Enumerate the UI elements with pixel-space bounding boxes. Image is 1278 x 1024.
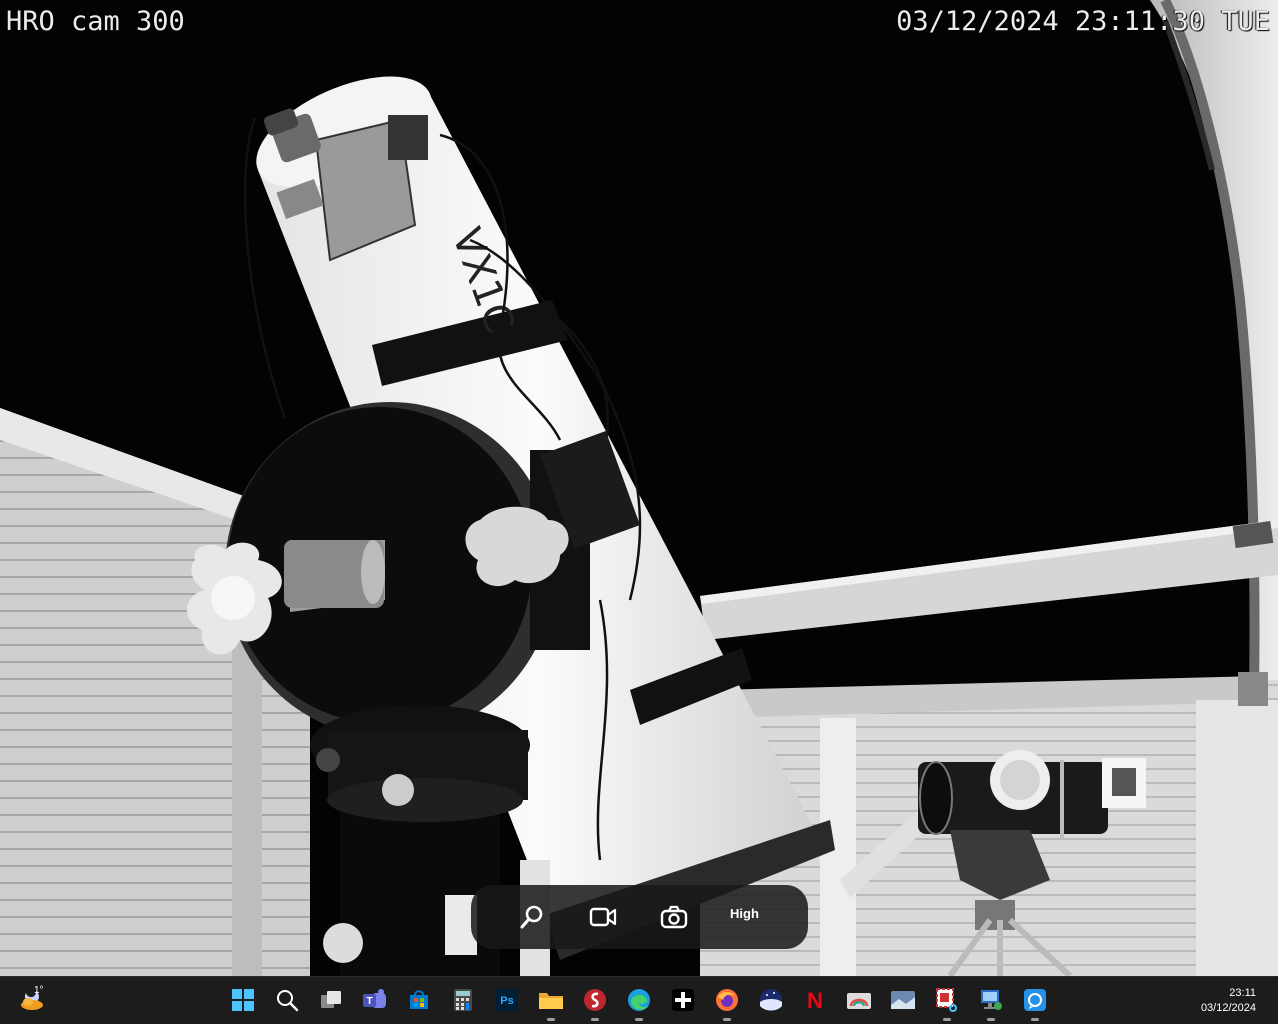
timestamp-weekday: TUE	[1221, 6, 1270, 37]
stellarium-icon	[760, 989, 782, 1011]
magnifier-icon[interactable]	[512, 897, 552, 937]
rdp-connection-icon	[981, 990, 1002, 1010]
remote-desktop-icon	[847, 993, 871, 1009]
snipping-tool-app[interactable]	[932, 985, 962, 1021]
firefox-icon	[716, 989, 738, 1011]
task-view-icon	[321, 991, 341, 1008]
remote-desktop-connection-app[interactable]	[976, 985, 1006, 1021]
search-icon	[277, 990, 299, 1012]
clock-time: 23:11	[1229, 987, 1256, 999]
photoshop-icon: Ps	[496, 989, 518, 1011]
video-camera-icon[interactable]	[583, 897, 623, 937]
edge-icon	[628, 989, 650, 1011]
camera-icon[interactable]	[654, 897, 694, 937]
weather-temperature: 1°	[34, 985, 44, 996]
svg-text:N: N	[807, 988, 823, 1012]
scrivener-icon	[584, 989, 606, 1011]
search-button[interactable]	[272, 985, 302, 1015]
teams-app[interactable]: T	[360, 985, 390, 1015]
svg-text:T: T	[366, 996, 372, 1007]
remote-desktop-app[interactable]	[844, 985, 874, 1015]
snipping-tool-icon	[936, 988, 957, 1012]
teams-icon: T	[363, 989, 386, 1008]
photoshop-app[interactable]: Ps	[492, 985, 522, 1015]
system-clock[interactable]: 23:11 03/12/2024	[1201, 986, 1256, 1016]
timestamp-overlay: 03/12/2024 23:11:30 TUE	[896, 6, 1270, 37]
folder-icon	[539, 993, 563, 1009]
camera-image: VX1C	[0, 0, 1278, 976]
signal-icon	[1024, 989, 1046, 1011]
firefox-app[interactable]	[712, 985, 742, 1021]
clock-date: 03/12/2024	[1200, 1002, 1256, 1014]
stellarium-app[interactable]	[756, 985, 786, 1015]
camera-feed-viewer: VX1C HRO cam 300 03/12/2024 23:11:30 TUE…	[0, 0, 1278, 976]
windows-logo-icon	[232, 989, 254, 1011]
windows-taskbar: 1° T Ps N 23:11 03/12/2024	[0, 976, 1278, 1024]
netflix-icon: N	[807, 988, 823, 1012]
netflix-app[interactable]: N	[800, 985, 830, 1015]
store-icon	[410, 990, 428, 1009]
task-view-button[interactable]	[316, 985, 346, 1015]
calculator-app[interactable]	[448, 985, 478, 1015]
calculator-icon	[454, 989, 472, 1011]
stream-quality-toggle[interactable]: High	[730, 906, 759, 921]
capcut-app[interactable]	[668, 985, 698, 1015]
file-explorer-app[interactable]	[536, 985, 566, 1021]
camera-name-overlay: HRO cam 300	[6, 6, 185, 37]
photos-app[interactable]	[888, 985, 918, 1015]
signal-app[interactable]	[1020, 985, 1050, 1021]
timestamp-datetime: 03/12/2024 23:11:30	[896, 6, 1205, 37]
scrivener-app[interactable]	[580, 985, 610, 1021]
microsoft-store-app[interactable]	[404, 985, 434, 1015]
capcut-icon	[672, 989, 694, 1011]
edge-browser-app[interactable]	[624, 985, 654, 1021]
photos-icon	[891, 991, 915, 1009]
svg-text:Ps: Ps	[500, 995, 513, 1007]
start-button[interactable]	[228, 985, 258, 1015]
